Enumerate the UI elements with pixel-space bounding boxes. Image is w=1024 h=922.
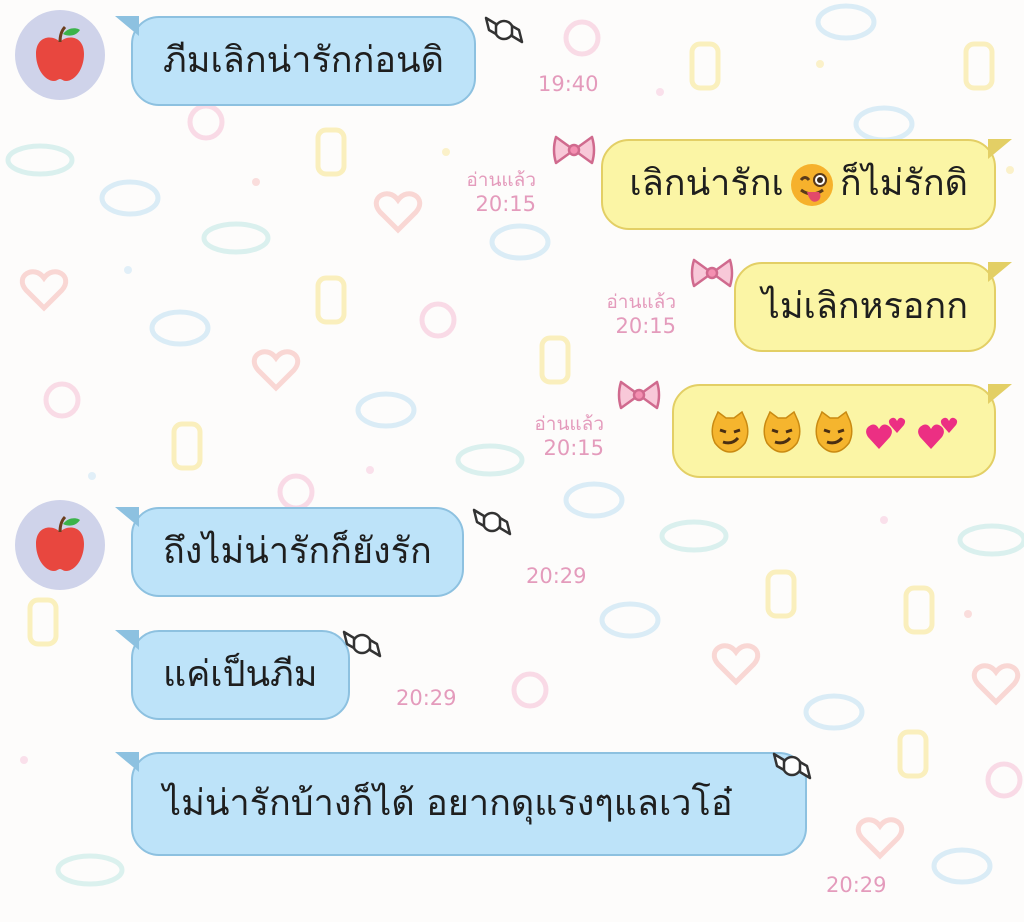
two-hearts-icon	[865, 411, 907, 453]
smirk-cat-icon	[761, 411, 803, 453]
message-bubble-outgoing[interactable]: เลิกน่ารักเ ก็ไม่รักดิ	[601, 139, 1012, 230]
message-timestamp: 20:15	[475, 192, 536, 216]
message-text: เลิกน่ารักเ	[629, 163, 784, 204]
message-text: ไม่เลิกหรอกก	[761, 286, 968, 327]
message-text: ก็ไม่รักดิ	[839, 163, 968, 204]
message-text: ถึงไม่น่ารักก็ยังรัก	[163, 531, 432, 572]
smirk-cat-icon	[709, 411, 751, 453]
two-hearts-icon	[917, 411, 959, 453]
smirk-cat-icon	[813, 411, 855, 453]
avatar[interactable]	[15, 500, 105, 590]
apple-icon	[36, 25, 84, 81]
bow-icon	[690, 258, 734, 288]
avatar[interactable]	[15, 10, 105, 100]
bow-icon	[552, 135, 596, 165]
bow-icon	[617, 380, 661, 410]
message-meta: อ่านแล้ว 20:15	[534, 412, 604, 460]
message-timestamp: 20:15	[615, 314, 676, 338]
message-bubble-incoming[interactable]: ถึงไม่น่ารักก็ยังรัก	[115, 507, 464, 597]
winking-face-tongue-icon	[789, 162, 835, 208]
message-meta: อ่านแล้ว 20:15	[606, 290, 676, 338]
message-timestamp: 19:40	[538, 72, 599, 96]
read-receipt: อ่านแล้ว	[466, 169, 536, 191]
message-timestamp: 20:29	[826, 873, 887, 897]
message-text: ไม่น่ารักบ้างก็ได้ อยากดุแรงๆแลเวโอ๋	[163, 783, 733, 824]
message-timestamp: 20:29	[396, 686, 457, 710]
message-timestamp: 20:29	[526, 564, 587, 588]
message-text: แค่เป็นภีม	[163, 654, 318, 695]
message-text: ภีมเลิกน่ารักก่อนดิ	[163, 40, 444, 81]
message-bubble-incoming[interactable]: ไม่น่ารักบ้างก็ได้ อยากดุแรงๆแลเวโอ๋	[115, 752, 807, 856]
read-receipt: อ่านแล้ว	[606, 291, 676, 313]
apple-icon	[36, 515, 84, 571]
candy-icon	[342, 630, 382, 658]
message-bubble-outgoing[interactable]	[672, 384, 1012, 478]
message-bubble-incoming[interactable]: ภีมเลิกน่ารักก่อนดิ	[115, 16, 476, 106]
candy-icon	[472, 508, 512, 536]
message-meta: อ่านแล้ว 20:15	[466, 168, 536, 216]
candy-icon	[484, 16, 524, 44]
message-timestamp: 20:15	[543, 436, 604, 460]
message-bubble-incoming[interactable]: แค่เป็นภีม	[115, 630, 350, 720]
candy-icon	[772, 752, 812, 780]
message-bubble-outgoing[interactable]: ไม่เลิกหรอกก	[733, 262, 1013, 352]
read-receipt: อ่านแล้ว	[534, 413, 604, 435]
